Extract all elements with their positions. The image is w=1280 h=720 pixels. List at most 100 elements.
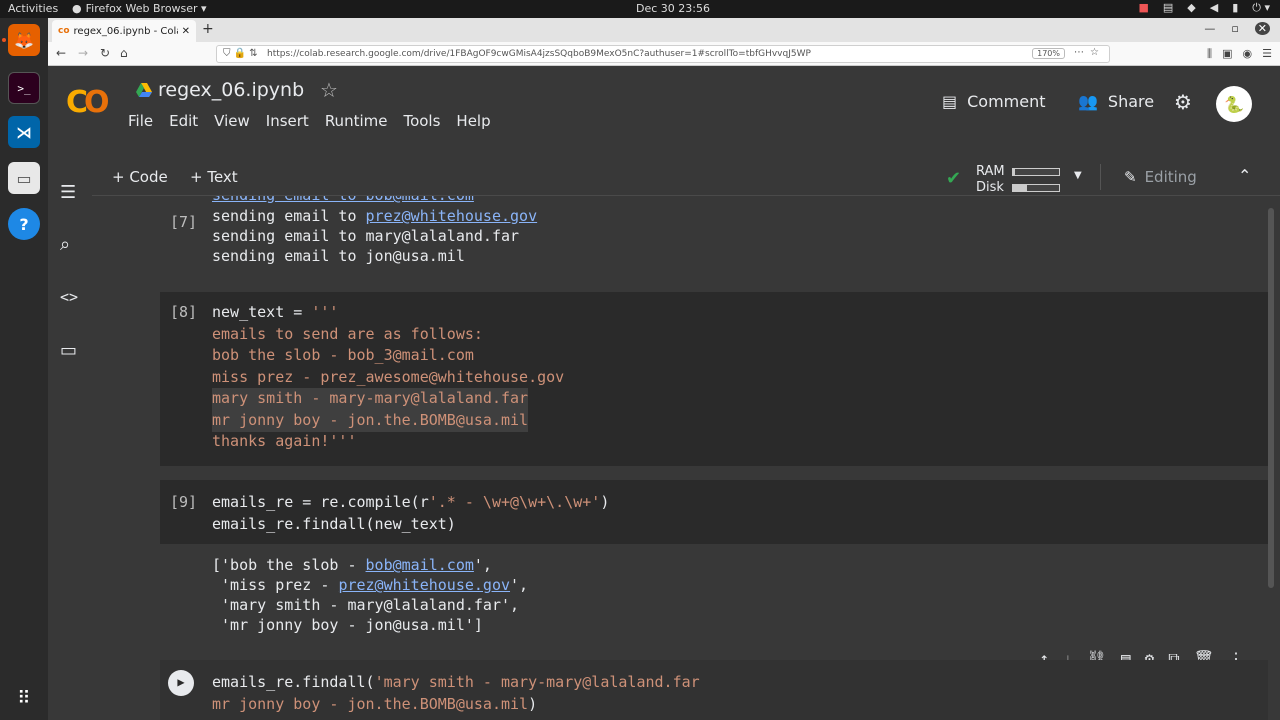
- comment-label: Comment: [967, 92, 1046, 111]
- forward-icon[interactable]: →: [78, 46, 88, 60]
- volume-icon[interactable]: ◀: [1210, 1, 1218, 15]
- camera-icon[interactable]: ■: [1138, 1, 1148, 15]
- system-top-bar: Activities ● Firefox Web Browser ▾ Dec 3…: [0, 0, 1280, 18]
- colab-logo[interactable]: CO: [66, 85, 109, 120]
- close-tab-icon[interactable]: ✕: [182, 26, 190, 37]
- menu-icon[interactable]: ☰: [1262, 47, 1272, 61]
- drive-icon[interactable]: [136, 83, 152, 97]
- menu-insert[interactable]: Insert: [266, 112, 309, 130]
- code-line-selected: mr jonny boy - jon.the.BOMB@usa.mil: [212, 410, 529, 432]
- account-icon[interactable]: ◉: [1243, 47, 1253, 61]
- string-text: mr jonny boy - jon.the.BOMB@usa.mil: [212, 695, 529, 713]
- apps-grid-icon[interactable]: ⠿: [8, 682, 40, 714]
- comment-button[interactable]: ▤ Comment: [942, 92, 1046, 111]
- output-line: 'mr jonny boy - jon@usa.mil']: [212, 616, 483, 634]
- code-cell-active[interactable]: ▶ emails_re.findall('mary smith - mary-m…: [160, 660, 1268, 720]
- reload-icon[interactable]: ↻: [100, 46, 110, 60]
- email-link[interactable]: prez@whitehouse.gov: [366, 207, 538, 225]
- editing-button[interactable]: ✎ Editing: [1124, 168, 1197, 186]
- firefox-small-icon: ●: [72, 2, 82, 15]
- editing-label: Editing: [1144, 168, 1197, 186]
- code-line: new_text = ''': [212, 302, 338, 324]
- code-text: new_text =: [212, 303, 312, 321]
- run-cell-button[interactable]: ▶: [168, 670, 194, 696]
- files-icon[interactable]: ▭: [8, 162, 40, 194]
- help-icon[interactable]: ?: [8, 208, 40, 240]
- code-cell[interactable]: [9] emails_re = re.compile(r'.* - \w+@\w…: [160, 480, 1268, 544]
- left-sidebar: ☰ ⌕ <> ▭: [48, 158, 92, 720]
- share-button[interactable]: 👥 Share: [1078, 92, 1154, 111]
- chevron-up-icon[interactable]: ⌃: [1238, 166, 1251, 185]
- menu-help[interactable]: Help: [456, 112, 490, 130]
- code-line: emails_re.findall('mary smith - mary-mar…: [212, 672, 700, 694]
- wifi-icon[interactable]: ◆: [1187, 1, 1195, 15]
- url-bar[interactable]: ⛉ 🔒 ⇅ https://colab.research.google.com/…: [216, 45, 1110, 63]
- divider: [1100, 164, 1101, 190]
- clipboard-icon[interactable]: ▤: [1163, 1, 1173, 15]
- output-line: sending email to bob@mail.com: [212, 196, 474, 207]
- code-line: emails_re = re.compile(r'.* - \w+@\w+\.\…: [212, 492, 609, 514]
- settings-gear-icon[interactable]: ⚙: [1174, 90, 1192, 114]
- code-line: mr jonny boy - jon.the.BOMB@usa.mil): [212, 694, 537, 716]
- menu-file[interactable]: File: [128, 112, 153, 130]
- home-icon[interactable]: ⌂: [120, 46, 128, 60]
- back-icon[interactable]: ←: [56, 46, 66, 60]
- output-text: sending email to: [212, 207, 366, 225]
- add-code-button[interactable]: + Code: [112, 168, 168, 186]
- system-tray[interactable]: ■ ▤ ◆ ◀ ▮ ⏻ ▾: [1138, 1, 1270, 15]
- output-line: ['bob the slob - bob@mail.com',: [212, 555, 492, 577]
- notebook-title[interactable]: regex_06.ipynb: [158, 79, 304, 101]
- app-menu[interactable]: ● Firefox Web Browser ▾: [72, 2, 207, 15]
- library-icon[interactable]: ⫼: [1207, 47, 1212, 61]
- battery-icon[interactable]: ▮: [1232, 1, 1238, 15]
- cell-execution-count: [7]: [170, 213, 198, 231]
- table-of-contents-icon[interactable]: ☰: [60, 182, 76, 203]
- tab-colab[interactable]: co regex_06.ipynb - Colabo ✕: [52, 20, 196, 42]
- disk-label: Disk: [976, 180, 1004, 195]
- firefox-icon[interactable]: 🦊: [8, 24, 40, 56]
- email-link[interactable]: bob@mail.com: [366, 556, 474, 574]
- code-snippets-icon[interactable]: <>: [60, 288, 78, 306]
- chevron-down-icon[interactable]: ▼: [1074, 170, 1082, 181]
- output-text: 'miss prez -: [212, 576, 339, 594]
- code-line: thanks again!''': [212, 432, 357, 450]
- menu-edit[interactable]: Edit: [169, 112, 198, 130]
- star-icon[interactable]: ☆: [320, 78, 338, 102]
- menu-bar: File Edit View Insert Runtime Tools Help: [128, 112, 491, 130]
- code-text: emails_re.findall(: [212, 673, 375, 691]
- ram-label: RAM: [976, 164, 1005, 179]
- cell-execution-count: [9]: [170, 493, 198, 511]
- url-text: https://colab.research.google.com/drive/…: [267, 49, 811, 59]
- ram-bar: [1012, 168, 1060, 176]
- page-actions-icon[interactable]: ⋯☆: [1074, 47, 1105, 58]
- sidebar-icon[interactable]: ▣: [1222, 47, 1232, 61]
- add-text-button[interactable]: + Text: [190, 168, 238, 186]
- minimize-icon[interactable]: —: [1204, 22, 1215, 35]
- email-link[interactable]: prez@whitehouse.gov: [338, 576, 510, 594]
- zoom-level[interactable]: 170%: [1032, 48, 1065, 59]
- activities-button[interactable]: Activities: [8, 2, 58, 15]
- avatar[interactable]: 🐍: [1216, 86, 1252, 122]
- files-folder-icon[interactable]: ▭: [60, 340, 77, 361]
- app-menu-label: Firefox Web Browser ▾: [85, 2, 207, 15]
- code-text: ): [528, 695, 538, 713]
- tab-bar: co regex_06.ipynb - Colabo ✕ + — ▫ ✕: [48, 18, 1280, 42]
- clock[interactable]: Dec 30 23:56: [636, 2, 710, 15]
- running-indicator: [2, 38, 6, 42]
- close-window-icon[interactable]: ✕: [1254, 22, 1270, 35]
- vscode-icon[interactable]: ⋊: [8, 116, 40, 148]
- output-partial-line: sending email to bob@mail.com: [212, 196, 474, 204]
- menu-tools[interactable]: Tools: [403, 112, 440, 130]
- new-tab-button[interactable]: +: [202, 21, 214, 37]
- power-menu-icon[interactable]: ⏻ ▾: [1252, 1, 1270, 15]
- code-text: emails_re = re.compile(r: [212, 493, 429, 511]
- page-scrollbar[interactable]: [1268, 208, 1274, 588]
- tab-title: regex_06.ipynb - Colabo: [73, 25, 178, 37]
- menu-runtime[interactable]: Runtime: [325, 112, 388, 130]
- search-icon[interactable]: ⌕: [60, 234, 70, 255]
- terminal-icon[interactable]: >_: [8, 72, 40, 104]
- maximize-icon[interactable]: ▫: [1231, 22, 1238, 35]
- code-cell[interactable]: [8] new_text = ''' emails to send are as…: [160, 292, 1268, 466]
- shield-icon[interactable]: ⛉ 🔒 ⇅: [223, 48, 258, 59]
- menu-view[interactable]: View: [214, 112, 250, 130]
